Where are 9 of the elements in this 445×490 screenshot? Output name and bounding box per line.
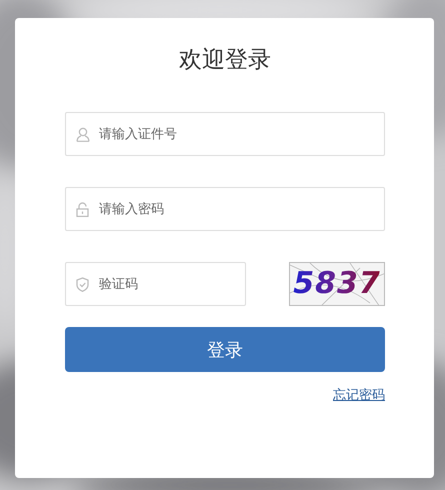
user-icon bbox=[76, 127, 90, 142]
captcha-field[interactable]: 验证码 bbox=[65, 262, 246, 306]
login-button[interactable]: 登录 bbox=[65, 327, 385, 372]
password-field[interactable]: 请输入密码 bbox=[65, 187, 385, 231]
id-number-field[interactable]: 请输入证件号 bbox=[65, 112, 385, 156]
lock-icon bbox=[76, 202, 89, 217]
login-title: 欢迎登录 bbox=[179, 46, 271, 75]
forgot-password-link[interactable]: 忘记密码 bbox=[333, 386, 385, 404]
shield-icon bbox=[76, 277, 89, 292]
